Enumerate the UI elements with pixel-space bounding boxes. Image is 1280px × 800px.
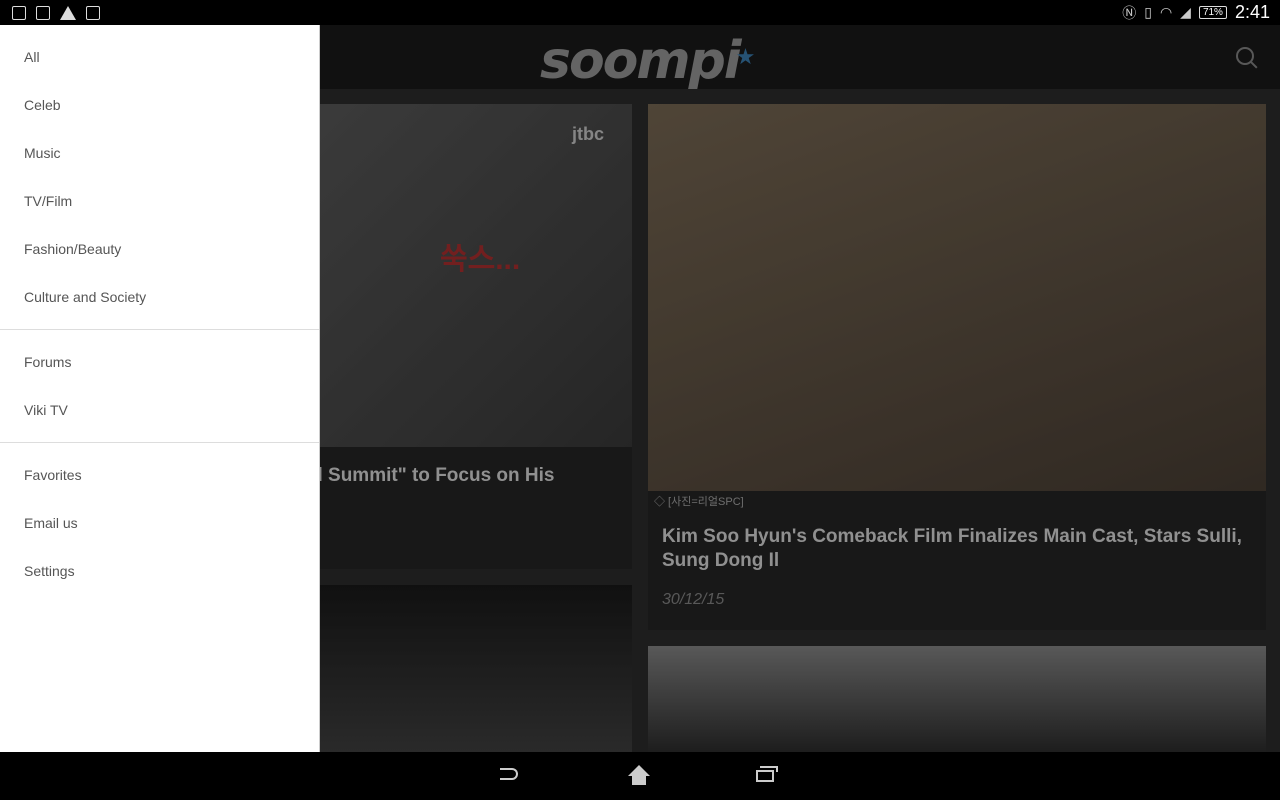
category-list: All Celeb Music TV/Film Fashion/Beauty C… [0,25,319,321]
drawer-item-tv-film[interactable]: TV/Film [0,177,319,225]
clock: 2:41 [1234,2,1270,22]
community-list: Forums Viki TV [0,338,319,434]
drawer-item-favorites[interactable]: Favorites [0,451,319,499]
drawer-item-fashion-beauty[interactable]: Fashion/Beauty [0,225,319,273]
nfc-icon: Ⓝ [1122,4,1137,21]
home-icon[interactable] [628,765,650,785]
drawer-item-celeb[interactable]: Celeb [0,81,319,129]
back-icon[interactable] [500,768,518,780]
clipboard-icon [12,5,26,20]
settings-list: Favorites Email us Settings [0,451,319,595]
divider [0,329,319,330]
drawer-item-viki-tv[interactable]: Viki TV [0,386,319,434]
recent-apps-icon[interactable] [756,766,778,782]
drawer-item-culture-society[interactable]: Culture and Society [0,273,319,321]
warning-icon [60,5,76,20]
drawer-item-music[interactable]: Music [0,129,319,177]
system-navigation-bar [0,752,1280,800]
signal-icon: ◢ [1180,4,1191,20]
drawer-item-settings[interactable]: Settings [0,547,319,595]
notification-icons [0,5,100,20]
battery-indicator: 71% [1198,6,1227,19]
drawer-item-all[interactable]: All [0,33,319,81]
wifi-icon: ◠ [1159,4,1173,20]
drawer-item-email-us[interactable]: Email us [0,499,319,547]
status-bar: Ⓝ ▯ ◠ ◢ 71% 2:41 [0,0,1280,25]
bag-icon [86,5,100,20]
system-icons: Ⓝ ▯ ◠ ◢ 71% 2:41 [1122,2,1280,23]
drawer-item-forums[interactable]: Forums [0,338,319,386]
divider [0,442,319,443]
sim-icon: ▯ [1144,4,1152,20]
image-icon [36,5,50,20]
navigation-drawer: All Celeb Music TV/Film Fashion/Beauty C… [0,25,320,752]
